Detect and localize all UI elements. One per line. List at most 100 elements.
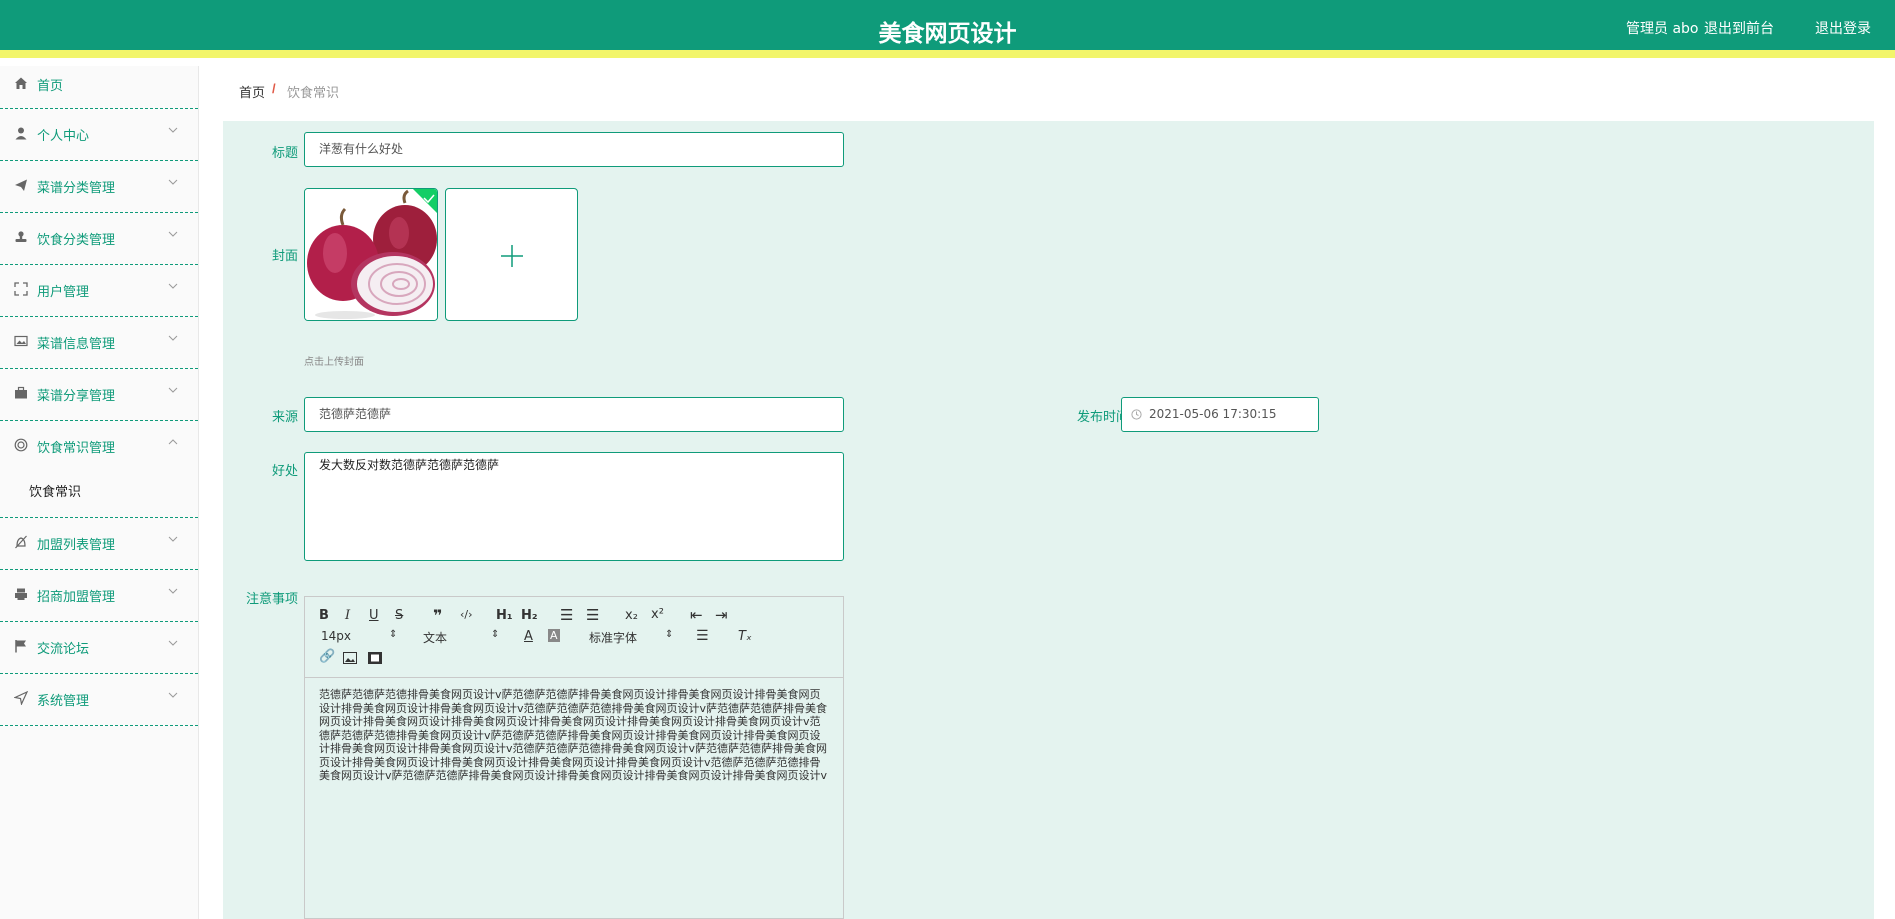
sidebar-item-recipe-share[interactable]: 菜谱分享管理: [0, 369, 198, 421]
publish-time-value: 2021-05-06 17:30:15: [1149, 407, 1277, 421]
indent-button[interactable]: ⇥: [715, 606, 728, 624]
chevron-down-icon: [168, 127, 178, 133]
app-title: 美食网页设计: [878, 21, 1017, 47]
cover-image[interactable]: [304, 188, 438, 321]
sidebar-item-forum[interactable]: 交流论坛: [0, 622, 198, 674]
clean-format-button[interactable]: Tₓ: [738, 629, 752, 644]
chevron-down-icon: [168, 231, 178, 237]
code-block-button[interactable]: ‹/›: [460, 608, 473, 621]
sidebar-item-personal-center[interactable]: 个人中心: [0, 109, 198, 161]
header1-button[interactable]: H₁: [496, 608, 513, 623]
sidebar-item-diet-category[interactable]: 饮食分类管理: [0, 213, 198, 265]
header2-button[interactable]: H₂: [521, 608, 538, 623]
chevron-down-icon: [168, 283, 178, 289]
breadcrumb-current: 饮食常识: [287, 86, 340, 101]
home-icon: [15, 77, 27, 89]
link-button[interactable]: 🔗: [319, 649, 335, 664]
bullet-list-button[interactable]: ☰: [586, 606, 599, 624]
target-icon: [14, 438, 28, 452]
onion-image: [305, 189, 437, 320]
sidebar-item-label: 菜谱信息管理: [37, 337, 116, 352]
underline-button[interactable]: U: [369, 608, 379, 623]
bold-button[interactable]: B: [319, 608, 329, 623]
suitcase-icon: [15, 386, 27, 399]
sidebar-item-label: 用户管理: [37, 285, 90, 300]
admin-user-label: 管理员 abo: [1626, 21, 1699, 37]
ordered-list-button[interactable]: ☰: [560, 606, 573, 624]
edit-form: 标题 洋葱有什么好处 封面 点击上传封面 来源 范德萨范德萨 发布时间 2021…: [223, 121, 1874, 919]
picture-icon: [14, 335, 28, 347]
sidebar: 首页 个人中心 菜谱分类管理 饮食分类管理 用户管理 菜谱信息管理 菜谱分享管理…: [0, 66, 199, 919]
rich-text-editor: B I U S ❞ ‹/› H₁ H₂ ☰ ☰ x₂ x² ⇤ ⇥ 14px ⇕…: [304, 596, 844, 919]
send-icon: [15, 179, 27, 191]
sidebar-item-investment[interactable]: 招商加盟管理: [0, 570, 198, 622]
stamp-icon: [15, 231, 27, 242]
italic-button[interactable]: I: [345, 608, 350, 623]
subscript-button[interactable]: x₂: [625, 608, 638, 623]
printer-icon: [15, 588, 27, 600]
outdent-button[interactable]: ⇤: [690, 606, 703, 624]
sidebar-item-system[interactable]: 系统管理: [0, 674, 198, 726]
chevron-up-icon: [168, 439, 178, 445]
position-icon: [14, 691, 28, 705]
title-input[interactable]: 洋葱有什么好处: [304, 132, 844, 167]
format-select-arrow-icon: ⇕: [491, 629, 500, 640]
chevron-down-icon: [168, 179, 178, 185]
text-color-button[interactable]: A: [524, 629, 533, 644]
sidebar-item-label: 首页: [37, 79, 64, 94]
sidebar-item-recipe-info[interactable]: 菜谱信息管理: [0, 317, 198, 369]
font-select-arrow-icon: ⇕: [665, 629, 674, 640]
sidebar-item-label: 饮食常识管理: [37, 441, 116, 456]
breadcrumb-home[interactable]: 首页: [239, 82, 265, 101]
editor-toolbar: B I U S ❞ ‹/› H₁ H₂ ☰ ☰ x₂ x² ⇤ ⇥ 14px ⇕…: [305, 597, 843, 678]
bell-off-icon: [15, 535, 27, 549]
superscript-button[interactable]: x²: [651, 607, 664, 622]
sidebar-subitem-diet-knowledge[interactable]: 饮食常识: [29, 481, 81, 500]
chevron-down-icon: [168, 387, 178, 393]
benefit-textarea[interactable]: 发大数反对数范德萨范德萨范德萨: [304, 452, 844, 561]
upload-cover-button[interactable]: [445, 188, 578, 321]
editor-content[interactable]: 范德萨范德萨范德排骨美食网页设计v萨范德萨范德萨排骨美食网页设计排骨美食网页设计…: [305, 678, 843, 793]
background-color-button[interactable]: A: [548, 629, 560, 642]
sidebar-item-home[interactable]: 首页: [0, 66, 198, 109]
publish-time-picker[interactable]: 2021-05-06 17:30:15: [1121, 397, 1319, 432]
top-navbar: 美食网页设计 管理员 abo 退出到前台 退出登录: [0, 0, 1895, 58]
chevron-down-icon: [168, 692, 178, 698]
clock-icon: [1131, 409, 1142, 420]
chevron-down-icon: [168, 536, 178, 542]
notes-label: 注意事项: [245, 592, 298, 607]
sidebar-item-franchise-list[interactable]: 加盟列表管理: [0, 518, 198, 570]
image-button[interactable]: [343, 652, 357, 664]
breadcrumb: 首页 / 饮食常识: [223, 68, 1874, 112]
chevron-down-icon: [168, 640, 178, 646]
font-select[interactable]: 标准字体: [589, 629, 637, 646]
user-icon: [15, 127, 27, 140]
sidebar-item-label: 饮食分类管理: [37, 233, 116, 248]
video-button[interactable]: [368, 652, 382, 664]
sidebar-item-label: 招商加盟管理: [37, 590, 116, 605]
breadcrumb-separator: /: [272, 81, 276, 96]
source-input[interactable]: 范德萨范德萨: [304, 397, 844, 432]
chevron-down-icon: [168, 588, 178, 594]
plus-icon: [501, 245, 523, 267]
cover-label: 封面: [271, 249, 298, 264]
sidebar-item-user-management[interactable]: 用户管理: [0, 265, 198, 317]
sidebar-item-recipe-category[interactable]: 菜谱分类管理: [0, 161, 198, 213]
size-select[interactable]: 14px: [321, 629, 351, 643]
format-select[interactable]: 文本: [423, 629, 447, 646]
strike-button[interactable]: S: [395, 608, 403, 623]
size-select-arrow-icon: ⇕: [389, 629, 398, 640]
chevron-down-icon: [168, 335, 178, 341]
sidebar-item-label: 系统管理: [37, 694, 90, 709]
sidebar-item-diet-knowledge[interactable]: 饮食常识管理 饮食常识: [0, 421, 198, 518]
fullscreen-icon: [14, 282, 28, 296]
blockquote-button[interactable]: ❞: [433, 606, 442, 625]
publish-time-label: 发布时间: [1076, 410, 1129, 425]
logout-link[interactable]: 退出登录: [1815, 18, 1871, 38]
benefit-label: 好处: [271, 464, 298, 479]
align-button[interactable]: ☰: [696, 628, 709, 644]
title-label: 标题: [271, 146, 298, 161]
back-to-front-link[interactable]: 退出到前台: [1704, 18, 1774, 38]
flag-icon: [15, 640, 26, 653]
sidebar-item-label: 菜谱分类管理: [37, 181, 116, 196]
